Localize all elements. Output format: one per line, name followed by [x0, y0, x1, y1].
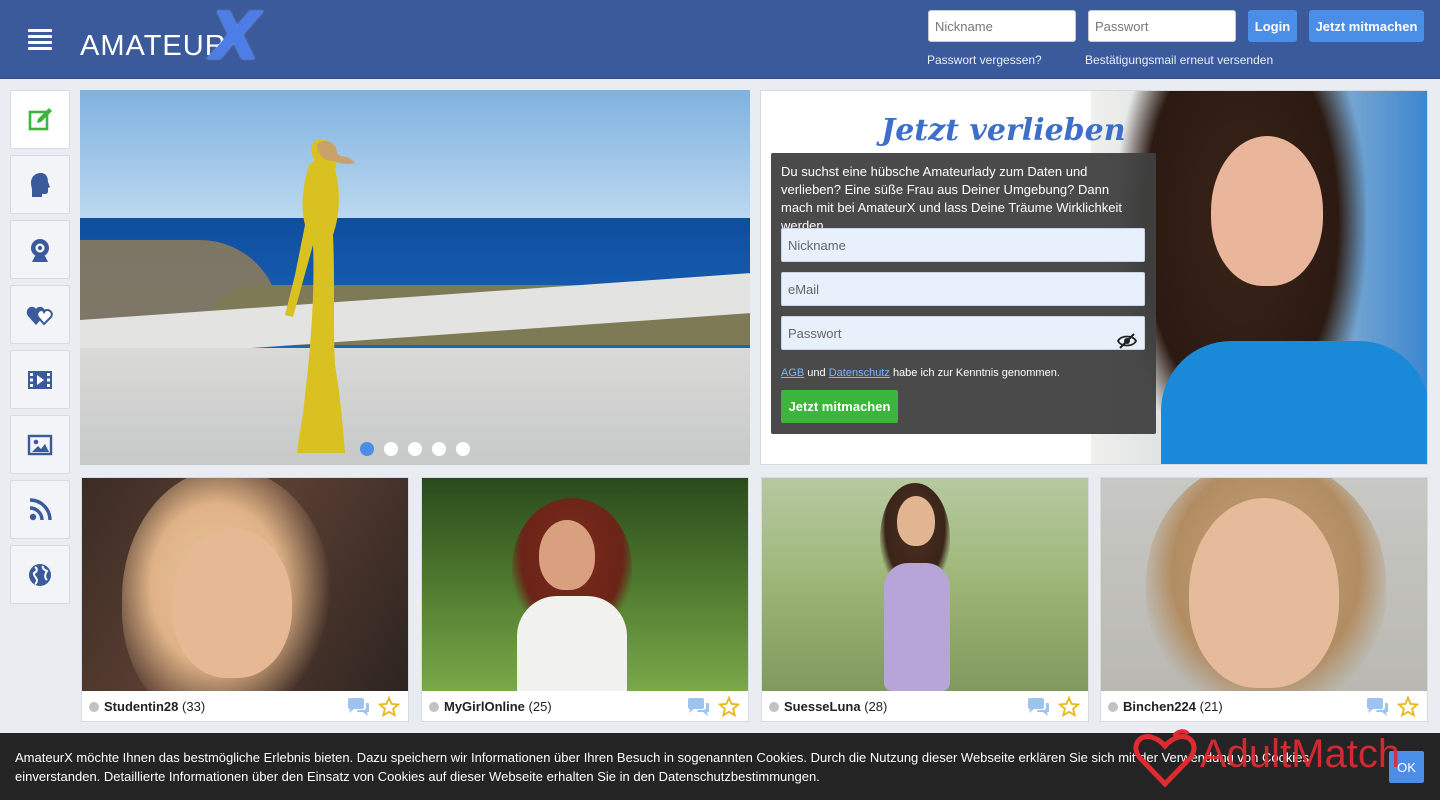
profile-card-footer: SuesseLuna (28)	[762, 691, 1088, 721]
chat-icon[interactable]	[1365, 697, 1389, 717]
logo-x: X	[210, 0, 261, 75]
header-password-input[interactable]	[1088, 10, 1236, 42]
hero-slider[interactable]	[80, 90, 750, 465]
resend-confirmation-link[interactable]: Bestätigungsmail erneut versenden	[1085, 53, 1273, 67]
profile-card[interactable]: Studentin28 (33)	[81, 477, 409, 722]
slider-dot[interactable]	[432, 442, 446, 456]
chat-icon[interactable]	[346, 697, 370, 717]
profile-nickname: SuesseLuna	[784, 699, 861, 714]
profile-nickname: Studentin28	[104, 699, 179, 714]
slider-dot[interactable]	[408, 442, 422, 456]
profile-name: Binchen224 (21)	[1123, 699, 1223, 714]
toggle-password-visibility-icon[interactable]	[1117, 331, 1137, 351]
register-email-input[interactable]	[781, 272, 1145, 306]
cookie-ok-button[interactable]: OK	[1389, 751, 1424, 783]
profile-name: SuesseLuna (28)	[784, 699, 887, 714]
chat-icon[interactable]	[686, 697, 710, 717]
webcam-icon	[31, 238, 49, 262]
rss-icon	[29, 497, 52, 520]
profile-age: (28)	[864, 699, 888, 714]
globe-icon	[29, 563, 51, 586]
logo[interactable]: AMATEUR X	[78, 4, 308, 76]
agb-link[interactable]: AGB	[781, 367, 804, 379]
chat-icon[interactable]	[1026, 697, 1050, 717]
terms-and: und	[807, 367, 826, 379]
profile-nickname: Binchen224	[1123, 699, 1196, 714]
sidebar-item-profile[interactable]	[10, 155, 70, 214]
register-password-input[interactable]	[781, 316, 1145, 350]
profile-card[interactable]: MyGirlOnline (25)	[421, 477, 749, 722]
slider-dot[interactable]	[456, 442, 470, 456]
privacy-link[interactable]: Datenschutz	[829, 367, 890, 379]
cookie-banner: AmateurX möchte Ihnen das bestmögliche E…	[0, 733, 1440, 800]
profile-photo	[762, 478, 1088, 691]
profile-age: (21)	[1199, 699, 1223, 714]
sidebar-item-matches[interactable]	[10, 285, 70, 344]
profile-photo	[422, 478, 748, 691]
sidebar-item-feed[interactable]	[10, 480, 70, 539]
sidebar-item-world[interactable]	[10, 545, 70, 604]
profile-name: Studentin28 (33)	[104, 699, 205, 714]
terms-notice: AGB und Datenschutz habe ich zur Kenntni…	[781, 367, 1060, 379]
sidebar-item-webcam[interactable]	[10, 220, 70, 279]
profile-photo	[82, 478, 408, 691]
profile-age: (25)	[528, 699, 552, 714]
logo-text: AMATEUR	[80, 30, 227, 62]
profile-age: (33)	[182, 699, 206, 714]
online-status-dot	[769, 702, 779, 712]
hero-sky	[80, 90, 750, 220]
profile-card-footer: Binchen224 (21)	[1101, 691, 1427, 721]
register-title: Jetzt verlieben	[881, 113, 1126, 148]
sidebar-item-videos[interactable]	[10, 350, 70, 409]
cookie-text: AmateurX möchte Ihnen das bestmögliche E…	[15, 750, 1309, 784]
favorite-star-icon[interactable]	[1058, 696, 1080, 718]
sidebar-item-edit[interactable]	[10, 90, 70, 149]
film-icon	[28, 370, 52, 389]
profile-head-icon	[31, 172, 50, 197]
register-photo-shirt	[1161, 341, 1427, 464]
profile-card-footer: Studentin28 (33)	[82, 691, 408, 721]
hero-woman-figure	[285, 139, 355, 454]
profile-nickname: MyGirlOnline	[444, 699, 525, 714]
sidebar-item-photos[interactable]	[10, 415, 70, 474]
edit-icon	[28, 107, 52, 130]
register-intro-text: Du suchst eine hübsche Amateurlady zum D…	[781, 164, 1123, 233]
header-nickname-input[interactable]	[928, 10, 1076, 42]
register-panel: Jetzt verlieben Du suchst eine hübsche A…	[760, 90, 1428, 465]
profile-card[interactable]: Binchen224 (21)	[1100, 477, 1428, 722]
image-icon	[27, 434, 53, 455]
favorite-star-icon[interactable]	[1397, 696, 1419, 718]
hearts-icon	[26, 306, 53, 325]
slider-dot[interactable]	[384, 442, 398, 456]
register-nickname-input[interactable]	[781, 228, 1145, 262]
register-form: Du suchst eine hübsche Amateurlady zum D…	[771, 153, 1156, 434]
online-status-dot	[1108, 702, 1118, 712]
slider-dots	[360, 442, 470, 456]
register-photo-face	[1211, 136, 1323, 286]
favorite-star-icon[interactable]	[378, 696, 400, 718]
online-status-dot	[89, 702, 99, 712]
terms-rest: habe ich zur Kenntnis genommen.	[892, 367, 1060, 379]
favorite-star-icon[interactable]	[718, 696, 740, 718]
profile-photo	[1101, 478, 1427, 691]
online-status-dot	[429, 702, 439, 712]
profile-name: MyGirlOnline (25)	[444, 699, 552, 714]
top-header: AMATEUR X Login Jetzt mitmachen Passwort…	[0, 0, 1440, 79]
slider-dot[interactable]	[360, 442, 374, 456]
register-submit-button[interactable]: Jetzt mitmachen	[781, 390, 898, 423]
forgot-password-link[interactable]: Passwort vergessen?	[927, 53, 1042, 67]
join-button-header[interactable]: Jetzt mitmachen	[1309, 10, 1424, 42]
hamburger-menu-icon[interactable]	[28, 29, 52, 50]
profile-card[interactable]: SuesseLuna (28)	[761, 477, 1089, 722]
login-button[interactable]: Login	[1248, 10, 1297, 42]
profile-card-footer: MyGirlOnline (25)	[422, 691, 748, 721]
